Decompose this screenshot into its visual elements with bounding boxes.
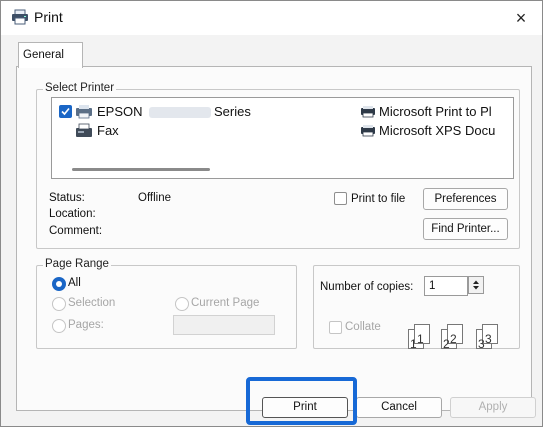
preferences-button[interactable]: Preferences <box>423 188 508 210</box>
collate-label[interactable]: Collate <box>345 321 381 333</box>
printer-suffix-epson: Series <box>214 104 251 119</box>
collate-number: 3 <box>478 337 485 351</box>
collate-number: 1 <box>417 332 424 346</box>
printer-icon <box>360 105 376 118</box>
fax-icon <box>75 123 93 138</box>
printer-name-ms-print-pdf: Microsoft Print to Pl <box>379 104 492 119</box>
radio-current-page-label[interactable]: Current Page <box>191 297 259 309</box>
radio-selection[interactable] <box>52 297 66 311</box>
collate-number: 3 <box>485 332 492 346</box>
tab-general-label: General <box>23 49 64 61</box>
copies-spinner[interactable] <box>468 276 484 294</box>
page-range-legend: Page Range <box>43 258 111 270</box>
scrollbar-thumb[interactable] <box>72 168 210 171</box>
pages-input[interactable] <box>173 315 275 335</box>
tab-general[interactable]: General <box>18 42 83 68</box>
collate-number: 2 <box>450 332 457 346</box>
collate-illustration-icon: 1 1 2 2 3 3 <box>400 323 506 353</box>
window-title: Print <box>34 9 63 25</box>
radio-selection-label[interactable]: Selection <box>68 297 115 309</box>
apply-button[interactable]: Apply <box>450 397 536 418</box>
collate-number: 2 <box>443 337 450 351</box>
printer-item-ms-print-pdf[interactable]: Microsoft Print to Pl <box>360 103 513 121</box>
printer-item-ms-xps[interactable]: Microsoft XPS Docu <box>360 122 513 140</box>
cancel-button[interactable]: Cancel <box>356 397 442 418</box>
radio-all-label[interactable]: All <box>68 277 81 289</box>
printer-icon <box>75 104 93 119</box>
location-label: Location: <box>49 208 96 220</box>
find-printer-button[interactable]: Find Printer... <box>423 218 508 240</box>
radio-all[interactable] <box>52 277 66 291</box>
printer-icon <box>360 124 376 137</box>
radio-pages-label[interactable]: Pages: <box>68 319 104 331</box>
status-value: Offline <box>138 192 172 204</box>
printer-list[interactable]: EPSON Series Fax Microsoft Print to Pl M… <box>51 97 514 179</box>
collate-number: 1 <box>410 337 417 351</box>
printer-name-ms-xps: Microsoft XPS Docu <box>379 123 496 138</box>
checkmark-icon <box>59 105 72 118</box>
print-dialog: Print × General Select Printer EPSON Ser… <box>0 0 543 427</box>
printer-icon <box>11 9 29 25</box>
print-to-file-label[interactable]: Print to file <box>351 193 405 205</box>
close-button[interactable]: × <box>506 5 536 31</box>
title-bar: Print × <box>1 1 542 35</box>
copies-input[interactable]: 1 <box>424 276 468 296</box>
radio-current-page[interactable] <box>175 297 189 311</box>
printer-item-fax[interactable]: Fax <box>57 122 177 140</box>
printer-name-epson: EPSON <box>97 104 143 119</box>
printer-name-fax: Fax <box>97 123 119 138</box>
copies-value: 1 <box>429 280 436 292</box>
print-button-highlight <box>246 377 357 425</box>
printer-item-epson[interactable]: EPSON Series <box>57 103 257 121</box>
print-to-file-checkbox[interactable] <box>334 192 347 205</box>
printer-list-scrollbar[interactable] <box>52 164 513 174</box>
spinner-arrows-icon <box>473 280 479 290</box>
comment-label: Comment: <box>49 225 103 237</box>
collate-checkbox[interactable] <box>329 321 342 334</box>
status-label: Status: <box>49 192 85 204</box>
redacted-model <box>149 107 211 118</box>
radio-pages[interactable] <box>52 319 66 333</box>
copies-label: Number of copies: <box>320 281 414 293</box>
select-printer-legend: Select Printer <box>43 82 117 94</box>
